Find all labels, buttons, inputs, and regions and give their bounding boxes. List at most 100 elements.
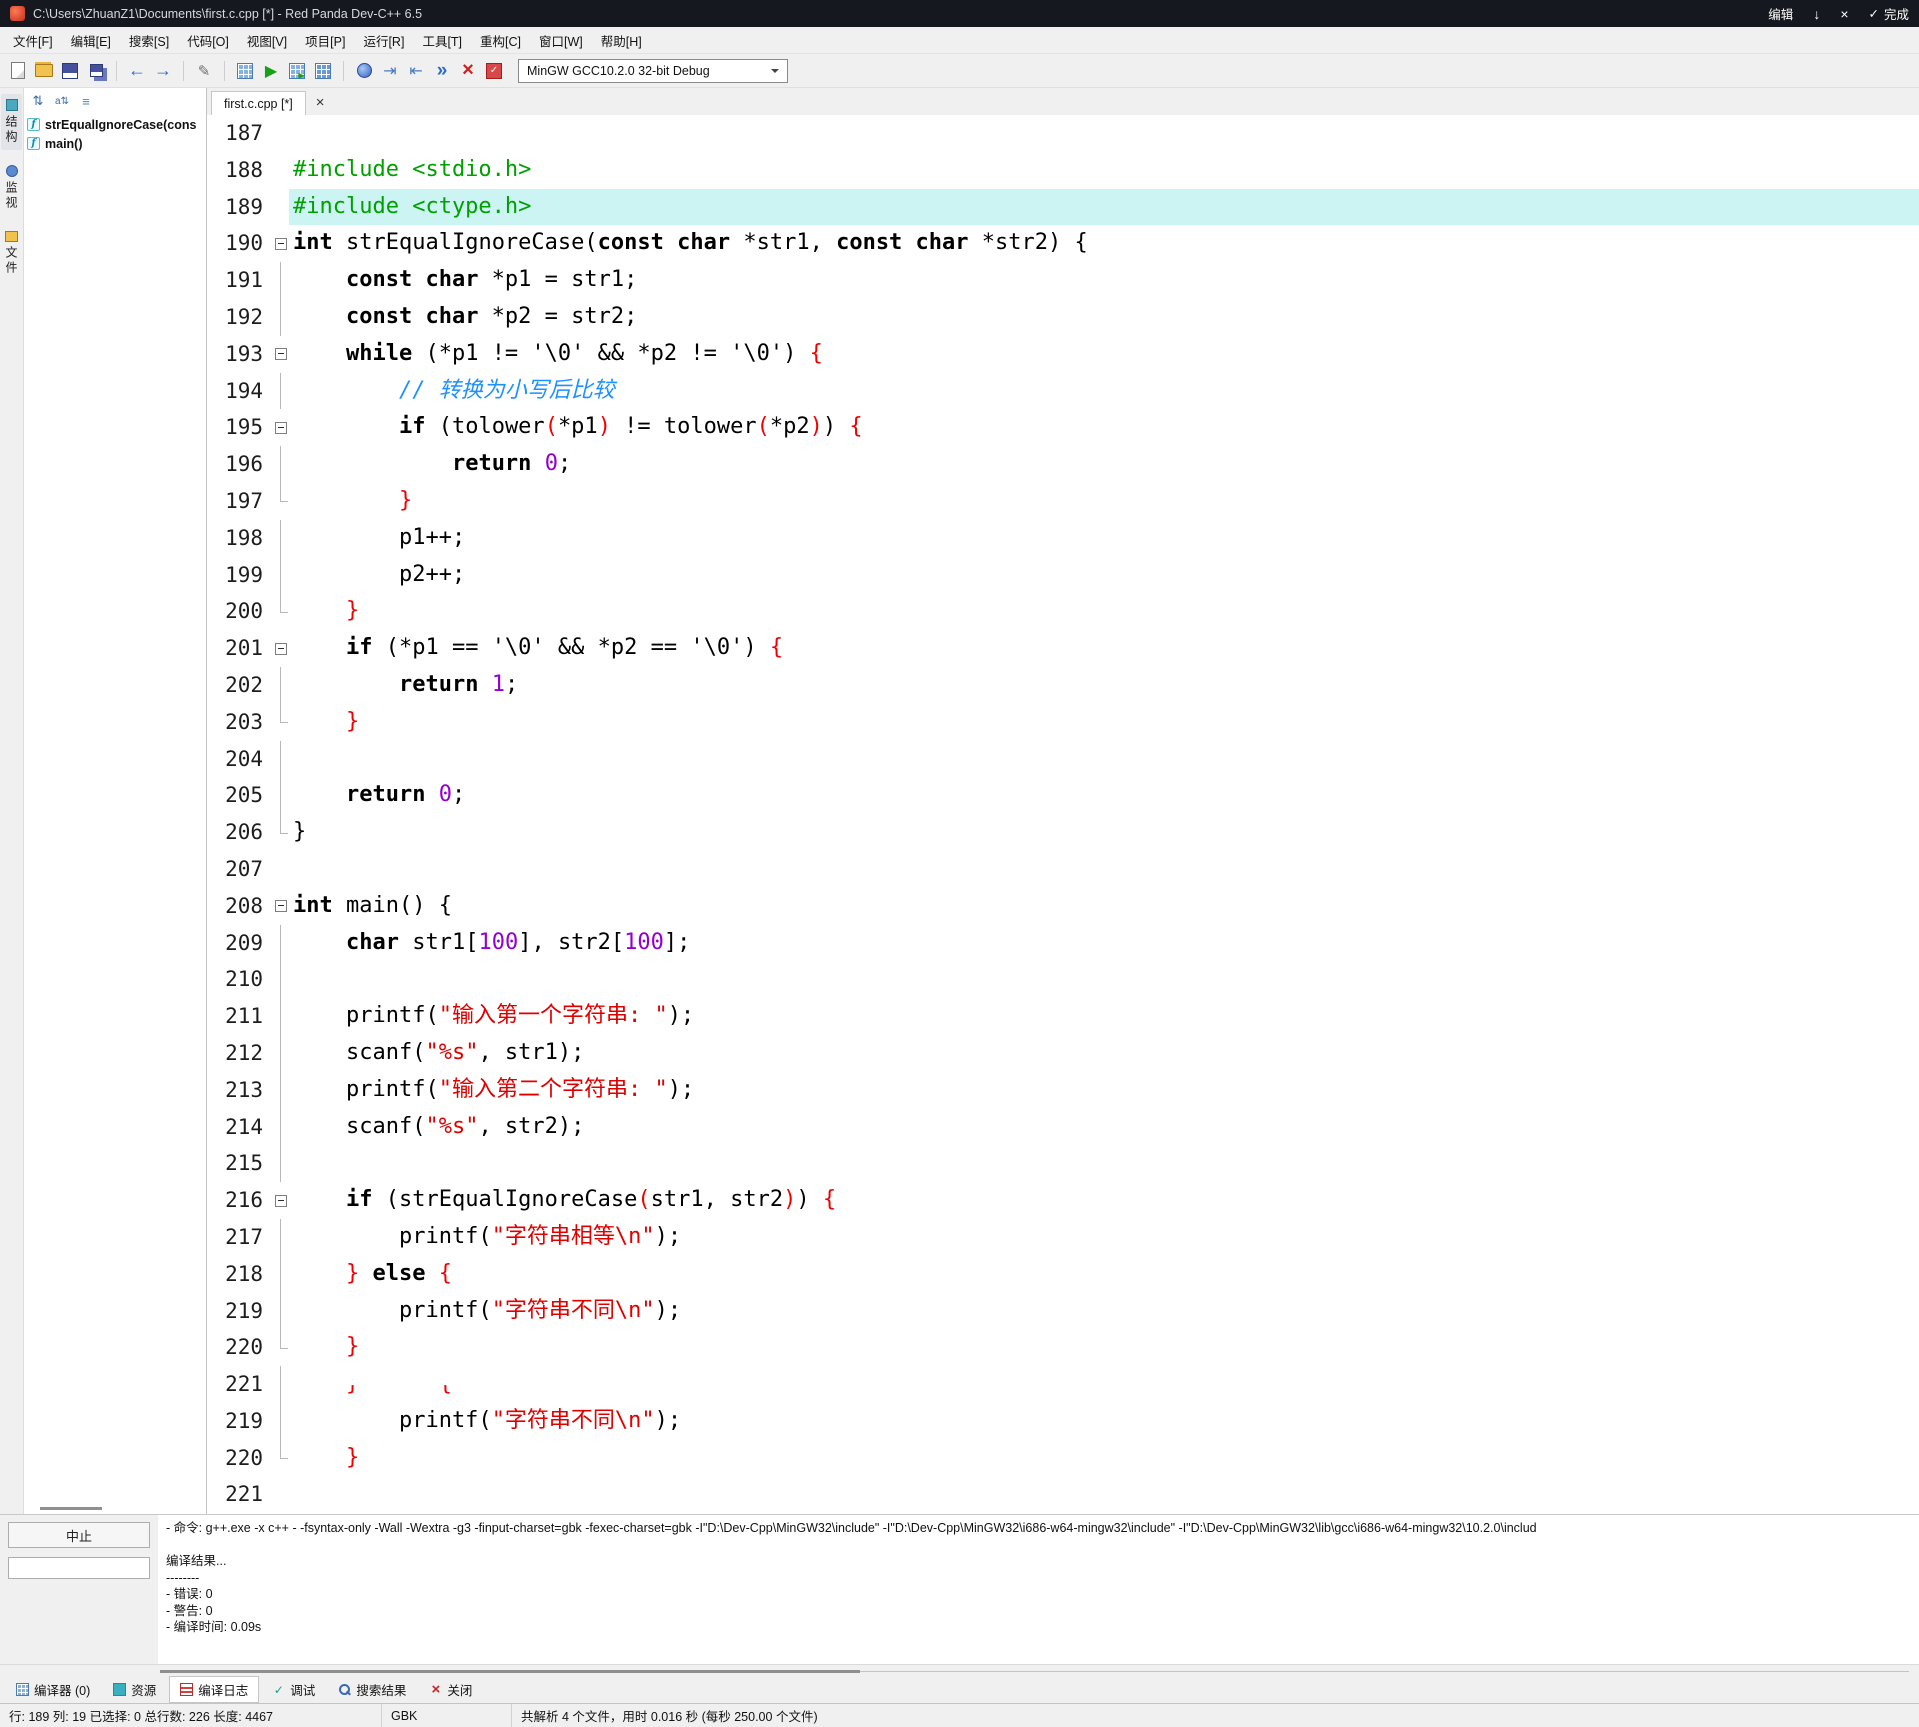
line-number[interactable]: 191 — [207, 262, 273, 299]
fold-marker[interactable] — [273, 1182, 289, 1219]
line-number[interactable]: 189 — [207, 189, 273, 226]
menu-item[interactable]: 代码[O] — [178, 27, 238, 54]
side-tab-structure[interactable]: 结构 — [1, 94, 22, 150]
side-tab-files[interactable]: 文件 — [1, 226, 22, 281]
scrollbar-thumb[interactable] — [40, 1507, 102, 1510]
menu-item[interactable]: 工具[T] — [413, 27, 471, 54]
line-number[interactable]: 216 — [207, 1182, 273, 1219]
line-number[interactable]: 188 — [207, 152, 273, 189]
code-line[interactable]: 194 // 转换为小写后比较 — [207, 372, 1919, 410]
line-number[interactable]: 205 — [207, 777, 273, 814]
menu-item[interactable]: 文件[F] — [4, 27, 62, 54]
compiler-set-select[interactable]: MinGW GCC10.2.0 32-bit Debug — [518, 58, 788, 83]
stop-icon[interactable] — [456, 59, 480, 83]
step-over-icon[interactable] — [378, 59, 402, 83]
pencil-icon[interactable] — [192, 59, 216, 83]
edit-mode-label[interactable]: 编辑 — [1768, 4, 1793, 23]
line-number[interactable]: 206 — [207, 814, 273, 851]
forward-icon[interactable] — [151, 59, 175, 83]
code-line[interactable]: 187 — [207, 115, 1919, 152]
line-number[interactable]: 195 — [207, 409, 273, 446]
code-line[interactable]: 196 return 0; — [207, 446, 1919, 483]
line-number[interactable]: 201 — [207, 630, 273, 667]
menu-item[interactable]: 运行[R] — [354, 27, 413, 54]
abort-button[interactable]: 中止 — [8, 1522, 150, 1548]
bottom-tab-search-results[interactable]: 搜索结果 — [328, 1677, 416, 1702]
line-number[interactable]: 196 — [207, 446, 273, 483]
menu-item[interactable]: 重构[C] — [471, 27, 530, 54]
back-icon[interactable] — [125, 59, 149, 83]
code-line[interactable]: 201 if (*p1 == '\0' && *p2 == '\0') { — [207, 630, 1919, 667]
code-line[interactable]: 202 return 1; — [207, 666, 1919, 704]
syntax-check-icon[interactable] — [482, 59, 506, 83]
line-number[interactable]: 220 — [207, 1440, 273, 1477]
debug-icon[interactable] — [352, 59, 376, 83]
code-line[interactable]: 219 printf("字符串不同\n"); — [207, 1402, 1919, 1440]
line-number[interactable]: 217 — [207, 1219, 273, 1256]
line-number[interactable]: 219 — [207, 1403, 273, 1440]
line-number[interactable]: 214 — [207, 1109, 273, 1146]
code-line[interactable]: 212 scanf("%s", str1); — [207, 1034, 1919, 1072]
code-line[interactable]: 204 — [207, 740, 1919, 778]
line-number[interactable]: 219 — [207, 1293, 273, 1330]
rebuild-icon[interactable] — [311, 59, 335, 83]
line-number[interactable]: 204 — [207, 741, 273, 778]
code-line[interactable]: 200 } — [207, 593, 1919, 630]
line-number[interactable]: 198 — [207, 520, 273, 557]
code-line[interactable]: 209 char str1[100], str2[100]; — [207, 924, 1919, 962]
code-line[interactable]: 215 — [207, 1145, 1919, 1182]
code-line[interactable]: 217 printf("字符串相等\n"); — [207, 1218, 1919, 1256]
tab-close-icon[interactable]: × — [316, 95, 325, 110]
open-file-icon[interactable] — [32, 59, 56, 83]
code-line[interactable]: 195 if (tolower(*p1) != tolower(*p2)) { — [207, 409, 1919, 446]
code-line[interactable]: 210 — [207, 961, 1919, 998]
bottom-tab-resources[interactable]: 资源 — [103, 1677, 166, 1702]
code-line[interactable]: 208 int main() { — [207, 888, 1919, 925]
menu-item[interactable]: 帮助[H] — [592, 27, 651, 54]
run-icon[interactable] — [259, 59, 283, 83]
structure-panel-hscrollbar[interactable] — [24, 1502, 206, 1514]
structure-item[interactable]: f main() — [27, 134, 203, 153]
bottom-tab-debug[interactable]: 调试 — [262, 1677, 325, 1702]
code-line[interactable]: 203 } — [207, 703, 1919, 741]
sort-by-type-icon[interactable] — [29, 92, 47, 110]
code-line[interactable]: 221 } ---- { — [207, 1366, 1919, 1403]
new-file-icon[interactable] — [6, 59, 30, 83]
line-number[interactable]: 190 — [207, 225, 273, 262]
compile-icon[interactable] — [233, 59, 257, 83]
code-line[interactable]: 198 p1++; — [207, 519, 1919, 557]
line-number[interactable]: 212 — [207, 1035, 273, 1072]
line-number[interactable]: 210 — [207, 961, 273, 998]
line-number[interactable]: 207 — [207, 851, 273, 888]
line-number[interactable]: 215 — [207, 1145, 273, 1182]
save-icon[interactable] — [58, 59, 82, 83]
menu-item[interactable]: 编辑[E] — [62, 27, 120, 54]
code-line[interactable]: 216 if (strEqualIgnoreCase(str1, str2)) … — [207, 1182, 1919, 1219]
code-line[interactable]: 193 while (*p1 != '\0' && *p2 != '\0') { — [207, 336, 1919, 373]
download-icon[interactable]: ↓ — [1813, 7, 1820, 21]
step-into-icon[interactable] — [404, 59, 428, 83]
code-line[interactable]: 207 — [207, 851, 1919, 888]
line-number[interactable]: 211 — [207, 998, 273, 1035]
done-button[interactable]: ✓ 完成 — [1869, 4, 1910, 23]
structure-item[interactable]: f strEqualIgnoreCase(cons — [27, 115, 203, 134]
continue-icon[interactable] — [430, 59, 454, 83]
code-line[interactable]: 213 printf("输入第二个字符串: "); — [207, 1071, 1919, 1109]
menu-item[interactable]: 项目[P] — [296, 27, 354, 54]
line-number[interactable]: 218 — [207, 1256, 273, 1293]
tab-first-c-cpp[interactable]: first.c.cpp [*] — [211, 91, 306, 115]
line-number[interactable]: 202 — [207, 667, 273, 704]
line-number[interactable]: 199 — [207, 557, 273, 594]
line-number[interactable]: 193 — [207, 336, 273, 373]
bottom-tab-compile-log[interactable]: 编译日志 — [169, 1676, 260, 1703]
code-line[interactable]: 220 } — [207, 1329, 1919, 1366]
fold-marker[interactable] — [273, 336, 289, 373]
line-number[interactable]: 221 — [207, 1476, 273, 1513]
code-line[interactable]: 188 #include <stdio.h> — [207, 152, 1919, 189]
line-number[interactable]: 203 — [207, 704, 273, 741]
refresh-icon[interactable] — [77, 92, 95, 110]
fold-marker[interactable] — [273, 225, 289, 262]
code-line[interactable]: 205 return 0; — [207, 777, 1919, 814]
code-line[interactable]: 219 printf("字符串不同\n"); — [207, 1292, 1919, 1330]
scrollbar-thumb[interactable] — [160, 1670, 860, 1673]
